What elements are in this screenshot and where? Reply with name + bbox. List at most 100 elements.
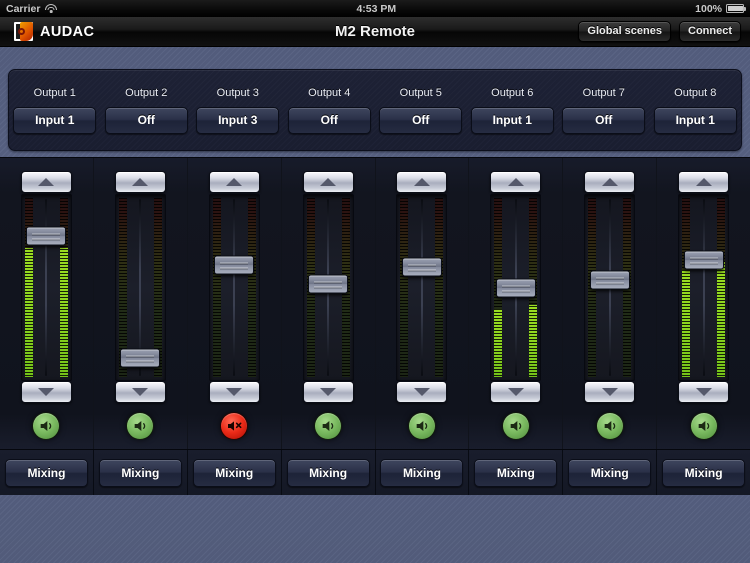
fader-channel-5 [376,158,470,449]
input-select-button-6[interactable]: Input 1 [470,106,554,134]
input-select-button-3[interactable]: Input 3 [196,106,280,134]
fader-up-button-8[interactable] [678,171,730,193]
output-label-6: Output 6 [491,86,534,99]
fader-up-button-6[interactable] [490,171,542,193]
input-select-button-2[interactable]: Off [104,106,188,134]
fader-track-7[interactable] [584,194,636,381]
mixing-button-2[interactable]: Mixing [98,458,182,487]
connect-button[interactable]: Connect [679,21,741,42]
vu-meter-left-3 [212,198,221,377]
mute-button-4[interactable] [314,412,343,440]
fader-channel-8 [657,158,750,449]
audac-logo-icon [14,22,33,41]
fader-channel-3 [188,158,282,449]
mixing-column-1: Mixing [0,450,94,495]
output-source-panel: Output 1 Input 1 Output 2 Off Output 3 Input … [8,69,742,151]
fader-track-8[interactable] [678,194,730,381]
mixing-button-5[interactable]: Mixing [380,458,464,487]
input-select-button-4[interactable]: Off [287,106,371,134]
triangle-up-icon [320,178,337,186]
fader-slot-5 [420,199,423,376]
fader-track-6[interactable] [490,194,542,381]
triangle-down-icon [601,388,618,396]
fader-up-button-5[interactable] [396,171,448,193]
brand-logo: AUDAC [0,22,94,41]
triangle-down-icon [507,388,524,396]
triangle-down-icon [695,388,712,396]
vu-meter-left-1 [24,198,33,377]
fader-up-button-1[interactable] [20,171,72,193]
input-select-button-1[interactable]: Input 1 [13,106,97,134]
status-bar-right: 100% [695,3,750,15]
fader-down-button-2[interactable] [114,381,166,403]
triangle-down-icon [38,388,55,396]
mixing-button-row: Mixing Mixing Mixing Mixing Mixing Mixing Mixi… [0,450,750,495]
mixing-button-6[interactable]: Mixing [474,458,558,487]
mixing-button-1[interactable]: Mixing [4,458,88,487]
fader-up-button-7[interactable] [584,171,636,193]
mute-button-7[interactable] [595,412,624,440]
input-select-button-5[interactable]: Off [379,106,463,134]
global-scenes-button[interactable]: Global scenes [578,21,671,42]
fader-down-button-7[interactable] [584,381,636,403]
fader-down-button-6[interactable] [490,381,542,403]
mixing-column-2: Mixing [94,450,188,495]
mute-button-2[interactable] [126,412,155,440]
fader-knob-2[interactable] [120,348,161,368]
fader-channel-6 [469,158,564,449]
fader-down-button-3[interactable] [208,381,260,403]
fader-knob-3[interactable] [214,255,255,275]
output-column-5: Output 5 Off [375,70,467,150]
input-select-button-8[interactable]: Input 1 [653,106,737,134]
mixing-column-7: Mixing [563,450,658,495]
input-select-button-7[interactable]: Off [562,106,646,134]
triangle-down-icon [226,388,243,396]
output-label-3: Output 3 [216,86,259,99]
triangle-up-icon [38,178,55,186]
triangle-up-icon [507,178,524,186]
output-column-8: Output 8 Input 1 [650,70,742,150]
fader-track-2[interactable] [114,194,166,381]
mixing-button-4[interactable]: Mixing [286,458,370,487]
fader-slot-8 [702,199,705,376]
mute-button-5[interactable] [407,412,436,440]
mute-button-1[interactable] [32,412,61,440]
mixing-button-8[interactable]: Mixing [662,458,746,487]
fader-down-button-1[interactable] [20,381,72,403]
output-column-1: Output 1 Input 1 [9,70,101,150]
fader-up-button-3[interactable] [208,171,260,193]
triangle-up-icon [132,178,149,186]
fader-down-button-4[interactable] [302,381,354,403]
fader-track-4[interactable] [302,194,354,381]
mixing-column-8: Mixing [657,450,750,495]
fader-track-3[interactable] [208,194,260,381]
mixing-button-7[interactable]: Mixing [568,458,652,487]
battery-full-icon [726,4,746,13]
triangle-up-icon [226,178,243,186]
fader-knob-4[interactable] [308,274,349,294]
fader-down-button-5[interactable] [396,381,448,403]
vu-meter-right-3 [247,198,256,377]
output-column-2: Output 2 Off [101,70,193,150]
vu-meter-right-8 [717,198,726,377]
fader-panel [0,157,750,450]
fader-up-button-2[interactable] [114,171,166,193]
fader-knob-7[interactable] [589,270,630,290]
mixing-button-3[interactable]: Mixing [192,458,276,487]
output-label-2: Output 2 [125,86,168,99]
fader-knob-1[interactable] [26,226,67,246]
fader-down-button-8[interactable] [678,381,730,403]
triangle-up-icon [413,178,430,186]
mute-button-6[interactable] [501,412,530,440]
fader-knob-8[interactable] [683,250,724,270]
fader-knob-6[interactable] [495,278,536,297]
fader-track-1[interactable] [20,194,72,381]
triangle-down-icon [132,388,149,396]
mute-button-8[interactable] [689,412,718,440]
mixing-column-6: Mixing [469,450,564,495]
fader-knob-5[interactable] [401,257,442,277]
fader-up-button-4[interactable] [302,171,354,193]
status-bar: Carrier 4:53 PM 100% [0,0,750,17]
fader-track-5[interactable] [396,194,448,381]
mute-button-3[interactable] [220,412,249,440]
